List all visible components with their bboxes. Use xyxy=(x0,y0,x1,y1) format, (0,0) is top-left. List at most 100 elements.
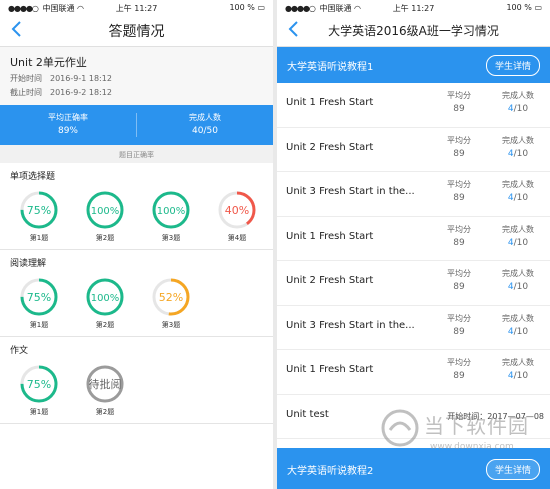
progress-ring: 52% xyxy=(152,278,190,316)
average-score: 平均分 89 xyxy=(442,90,476,114)
average-label: 平均分 xyxy=(447,269,471,278)
question-accuracy[interactable]: 75% 第1题 xyxy=(6,363,72,417)
progress-ring-text: 100% xyxy=(91,206,120,217)
progress-ring: 待批阅 xyxy=(86,365,124,403)
question-accuracy[interactable]: 待批阅第2题 xyxy=(72,363,138,417)
progress-ring-text: 40% xyxy=(225,204,249,217)
completion-label: 完成人数 xyxy=(502,135,534,145)
page-title: 大学英语2016级A班一学习情况 xyxy=(328,24,499,38)
average-value: 89 xyxy=(453,193,465,203)
question-accuracy[interactable]: 75% 第1题 xyxy=(6,189,72,243)
total-count: /10 xyxy=(513,237,529,248)
unit-test-row[interactable]: Unit test 开始时间：2017—07—08 xyxy=(277,395,550,439)
start-time: 开始时间：2017—07—08 xyxy=(447,411,544,421)
battery-icon: ▭ xyxy=(257,3,265,12)
progress-ring: 40% xyxy=(218,191,256,229)
battery-label: 100 % xyxy=(506,3,532,12)
start-time-label: 开始时间 xyxy=(10,74,42,83)
completion-label: 完成人数 xyxy=(502,358,534,367)
nav-bar: 答题情况 xyxy=(0,14,273,47)
homework-title: Unit 2单元作业 xyxy=(10,56,87,69)
left-screen: ●●●●○ 中国联通 ◠ 上午 11:27 100 % ▭ 答题情况 Unit … xyxy=(0,0,273,489)
average-label: 平均分 xyxy=(447,224,471,234)
average-value: 89 xyxy=(453,371,465,381)
completion-count: 完成人数 4/10 xyxy=(493,224,543,248)
question-label: 第2题 xyxy=(95,408,115,416)
completion-label: 完成人数 xyxy=(189,113,221,122)
unit-row[interactable]: Unit 1 Fresh Start 平均分 89 完成人数 4/10 xyxy=(277,217,550,261)
start-time-value: 2016-9-1 18:12 xyxy=(50,74,112,83)
total-count: /10 xyxy=(513,282,529,292)
unit-row[interactable]: Unit 1 Fresh Start 平均分 89 完成人数 4/10 xyxy=(277,83,550,128)
status-bar: ●●●●○ 中国联通 ◠ 上午 11:27 100 % ▭ xyxy=(0,0,273,14)
course-header-2: 大学英语听说教程2 学生详情 xyxy=(277,448,550,489)
average-value: 89 xyxy=(453,237,465,248)
question-accuracy[interactable]: 40% 第4题 xyxy=(204,189,270,243)
right-screen: ●●●●○ 中国联通 ◠ 上午 11:27 100 % ▭ 大学英语2016级A… xyxy=(277,0,550,489)
completion-label: 完成人数 xyxy=(502,269,534,278)
progress-ring: 75% xyxy=(20,191,58,229)
total-count: /10 xyxy=(513,148,529,159)
student-details-button[interactable]: 学生详情 xyxy=(485,55,540,76)
progress-ring: 100% xyxy=(86,278,124,316)
unit-name: Unit 2 Fresh Start xyxy=(286,275,374,286)
average-value: 89 xyxy=(453,326,465,337)
question-sections: 单项选择题 75% 第1题 100% 第2题 100% 第3题 40% 第4题 阅读理解 75% 第1… xyxy=(0,163,273,424)
progress-ring-text: 75% xyxy=(27,291,51,304)
average-score: 平均分 89 xyxy=(442,357,476,381)
question-section: 单项选择题 75% 第1题 100% 第2题 100% 第3题 40% 第4题 xyxy=(0,163,273,250)
progress-ring-text: 待批阅 xyxy=(89,377,122,391)
circle-row: 75% 第1题 100% 第2题 52% 第3题 xyxy=(0,270,273,336)
completion-label: 完成人数 xyxy=(502,313,534,323)
average-value: 89 xyxy=(453,148,465,159)
unit-row[interactable]: Unit 2 Fresh Start 平均分 89 完成人数 4/10 xyxy=(277,261,550,306)
total-count: /10 xyxy=(513,193,529,203)
question-section: 阅读理解 75% 第1题 100% 第2题 52% 第3题 xyxy=(0,250,273,337)
average-score: 平均分 89 xyxy=(442,179,476,203)
unit-row[interactable]: Unit 2 Fresh Start 平均分 89 完成人数 4/10 xyxy=(277,128,550,172)
completion-label: 完成人数 xyxy=(502,180,534,189)
progress-ring-text: 52% xyxy=(159,291,183,304)
accuracy-value: 89% xyxy=(57,126,78,136)
question-accuracy[interactable]: 100% 第3题 xyxy=(138,189,204,243)
progress-ring: 100% xyxy=(152,191,190,229)
completion-count: 完成人数 4/10 xyxy=(493,179,543,203)
unit-name: Unit 2 Fresh Start xyxy=(286,141,374,153)
question-label: 第3题 xyxy=(161,321,181,329)
status-bar: ●●●●○ 中国联通 ◠ 上午 11:27 100 % ▭ xyxy=(277,0,550,14)
unit-row[interactable]: Unit 3 Fresh Start in the... 平均分 89 完成人数 4/1… xyxy=(277,172,550,217)
question-label: 第3题 xyxy=(161,234,181,242)
course-name: 大学英语听说教程2 xyxy=(287,466,374,477)
average-label: 平均分 xyxy=(447,91,471,100)
end-time-value: 2016-9-2 18:12 xyxy=(50,88,112,97)
question-accuracy[interactable]: 75% 第1题 xyxy=(6,276,72,330)
nav-bar: 大学英语2016级A班一学习情况 xyxy=(277,14,550,47)
completion-count: 完成人数 4/10 xyxy=(493,268,543,292)
unit-name: Unit test xyxy=(286,408,329,420)
average-label: 平均分 xyxy=(447,313,471,323)
completion-count: 完成人数 4/10 xyxy=(493,90,543,114)
question-accuracy[interactable]: 100% 第2题 xyxy=(72,189,138,243)
average-score: 平均分 89 xyxy=(442,224,476,248)
question-accuracy[interactable]: 100% 第2题 xyxy=(72,276,138,330)
question-accuracy[interactable]: 52% 第3题 xyxy=(138,276,204,330)
section-title: 阅读理解 xyxy=(10,259,47,269)
battery-icon: ▭ xyxy=(534,3,542,12)
summary-bar: 平均正确率 89% 完成人数 40/50 xyxy=(0,105,273,145)
progress-ring: 75% xyxy=(20,278,58,316)
average-value: 89 xyxy=(453,282,465,292)
progress-ring-text: 100% xyxy=(91,293,120,304)
homework-info: Unit 2单元作业 开始时间 2016-9-1 18:12 截止时间 2016-9… xyxy=(0,47,273,105)
student-details-button[interactable]: 学生详情 xyxy=(485,459,540,480)
question-label: 第2题 xyxy=(95,234,115,242)
question-label: 第1题 xyxy=(29,321,49,329)
accuracy-label: 平均正确率 xyxy=(48,113,88,122)
section-title: 作文 xyxy=(10,346,29,356)
progress-ring-text: 75% xyxy=(27,378,51,391)
completion-label: 完成人数 xyxy=(502,224,534,234)
unit-row[interactable]: Unit 1 Fresh Start 平均分 89 完成人数 4/10 xyxy=(277,350,550,395)
page-title: 答题情况 xyxy=(108,24,165,40)
total-count: /10 xyxy=(513,104,529,114)
question-section: 作文 75% 第1题 待批阅 第2题 xyxy=(0,337,273,424)
unit-row[interactable]: Unit 3 Fresh Start in the... 平均分 89 完成人数 4/1… xyxy=(277,306,550,350)
